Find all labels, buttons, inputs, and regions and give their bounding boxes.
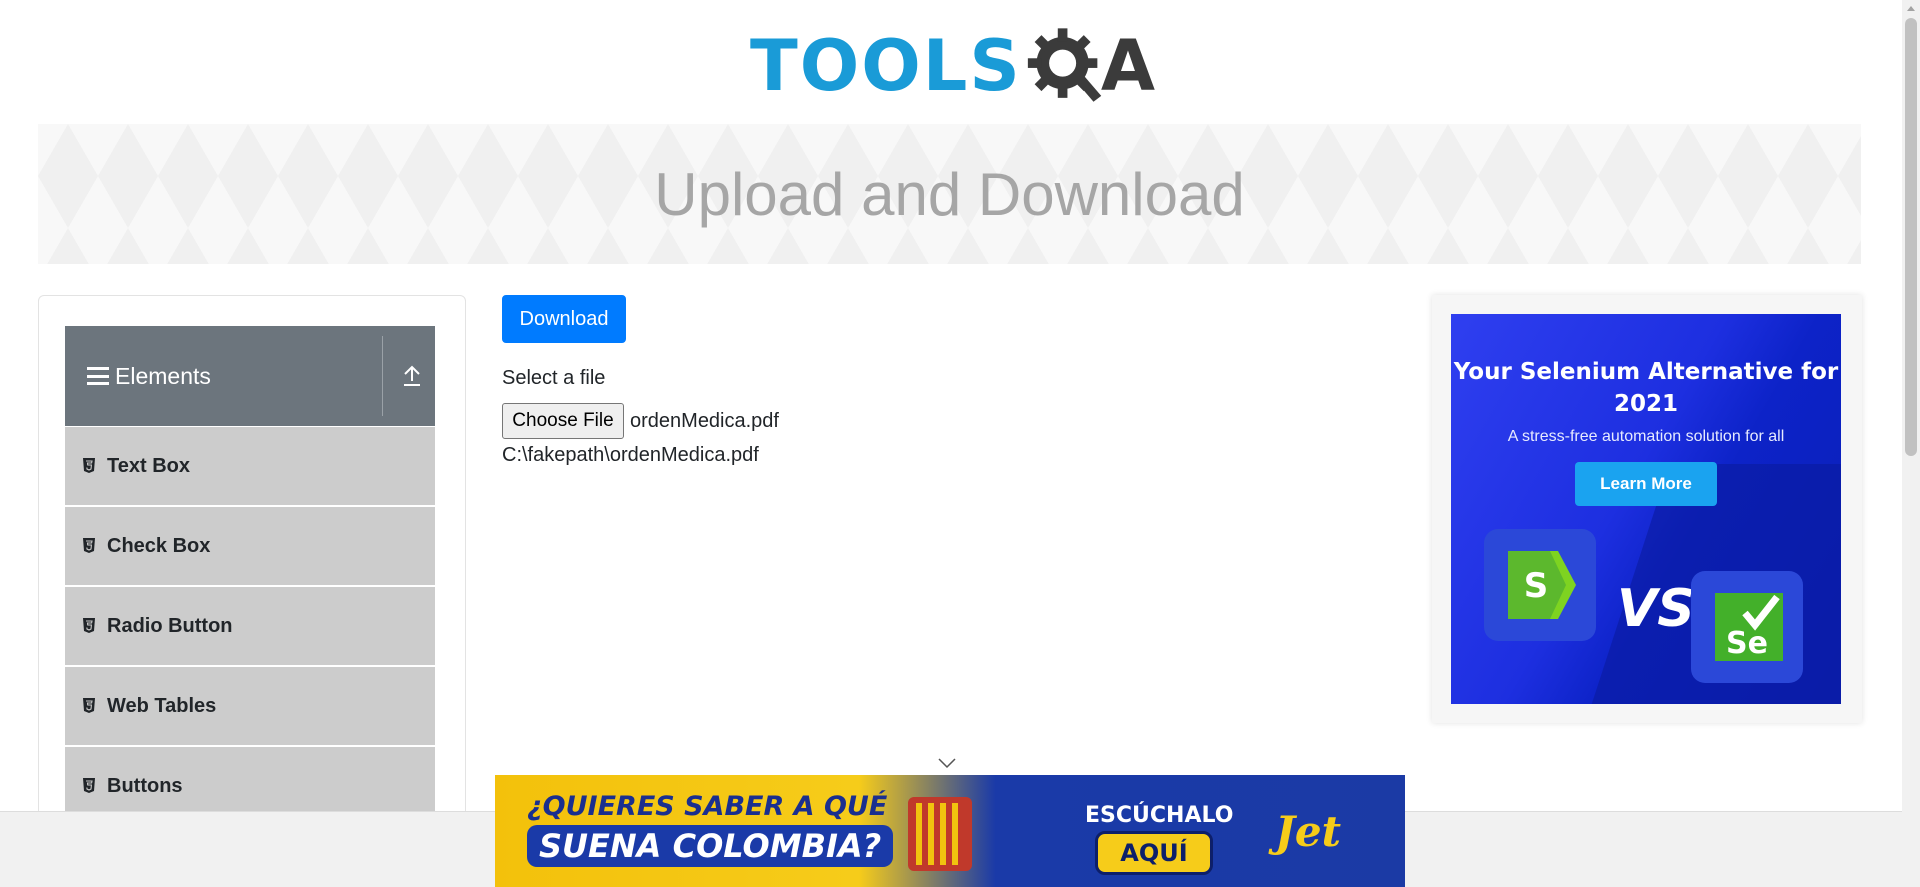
ad-title: Your Selenium Alternative for 2021 bbox=[1453, 359, 1839, 417]
select-file-label: Select a file bbox=[502, 367, 606, 389]
sidebar-item-web-tables[interactable]: Web Tables bbox=[65, 666, 435, 746]
scroll-up-arrow-icon[interactable] bbox=[1907, 6, 1915, 11]
sidebar-item-label: Check Box bbox=[107, 534, 211, 557]
selected-file-name: ordenMedica.pdf bbox=[630, 409, 779, 432]
sidebar-item-radio-button[interactable]: Radio Button bbox=[65, 586, 435, 666]
selenium-alternative-ad[interactable]: Your Selenium Alternative for 2021 A str… bbox=[1451, 314, 1841, 704]
jet-brand-logo: Jet bbox=[1275, 807, 1341, 856]
html5-icon bbox=[83, 698, 95, 713]
selenium-logo-icon: Se bbox=[1691, 571, 1803, 683]
choose-file-button[interactable]: Choose File bbox=[502, 403, 624, 439]
sidebar-item-label: Buttons bbox=[107, 774, 183, 797]
sidebar-group-title: Elements bbox=[115, 362, 211, 389]
download-button[interactable]: Download bbox=[502, 295, 626, 343]
ad-subtitle: A stress-free automation solution for al… bbox=[1507, 428, 1785, 445]
page-banner: Upload and Download bbox=[38, 124, 1861, 264]
ad-headline-line2: SUENA COLOMBIA? bbox=[527, 825, 894, 867]
ad-cta-heading: ESCÚCHALO bbox=[1085, 803, 1234, 828]
learn-more-button[interactable]: Learn More bbox=[1575, 462, 1717, 506]
collapse-arrow-icon[interactable] bbox=[401, 364, 423, 388]
sidebar-item-check-box[interactable]: Check Box bbox=[65, 506, 435, 586]
gear-q-icon bbox=[1027, 27, 1102, 102]
sidebar-item-label: Text Box bbox=[107, 454, 190, 477]
chevron-down-icon[interactable] bbox=[937, 757, 957, 769]
html5-icon bbox=[83, 538, 95, 553]
html5-icon bbox=[83, 458, 95, 473]
versus-label: VS bbox=[1617, 579, 1695, 639]
toolsqa-logo[interactable]: TOOLS A bbox=[750, 18, 1155, 113]
bottom-banner-ad[interactable]: ¿QUIERES SABER A QUÉ SUENA COLOMBIA? ESC… bbox=[495, 775, 1405, 887]
sidebar: Elements Text Box Check Box Radio Button… bbox=[38, 295, 466, 887]
svg-text:S: S bbox=[1524, 566, 1549, 606]
uploaded-file-path: C:\fakepath\ordenMedica.pdf bbox=[502, 444, 759, 466]
html5-icon bbox=[83, 618, 95, 633]
page-title: Upload and Download bbox=[654, 160, 1245, 228]
svg-text:Se: Se bbox=[1726, 626, 1768, 661]
katalon-logo-icon: S bbox=[1484, 529, 1596, 641]
ad-headline-line1: ¿QUIERES SABER A QUÉ bbox=[527, 791, 888, 822]
sidebar-group-elements[interactable]: Elements bbox=[65, 326, 435, 426]
sidebar-item-text-box[interactable]: Text Box bbox=[65, 426, 435, 506]
file-upload-input[interactable]: Choose File ordenMedica.pdf bbox=[502, 403, 779, 439]
sidebar-item-label: Radio Button bbox=[107, 614, 233, 637]
logo-text-a: A bbox=[1100, 24, 1155, 107]
right-ad-frame: Your Selenium Alternative for 2021 A str… bbox=[1432, 295, 1862, 723]
page-scrollbar[interactable] bbox=[1902, 0, 1920, 887]
sidebar-menu: Text Box Check Box Radio Button Web Tabl… bbox=[65, 426, 435, 826]
scrollbar-thumb[interactable] bbox=[1905, 18, 1917, 456]
hamburger-icon bbox=[87, 367, 109, 385]
logo-text: TOOLS bbox=[750, 24, 1022, 107]
html5-icon bbox=[83, 778, 95, 793]
sidebar-item-label: Web Tables bbox=[107, 694, 217, 717]
divider bbox=[382, 336, 383, 416]
ad-cta-button[interactable]: AQUÍ bbox=[1095, 831, 1213, 875]
accordion-icon bbox=[908, 797, 972, 871]
